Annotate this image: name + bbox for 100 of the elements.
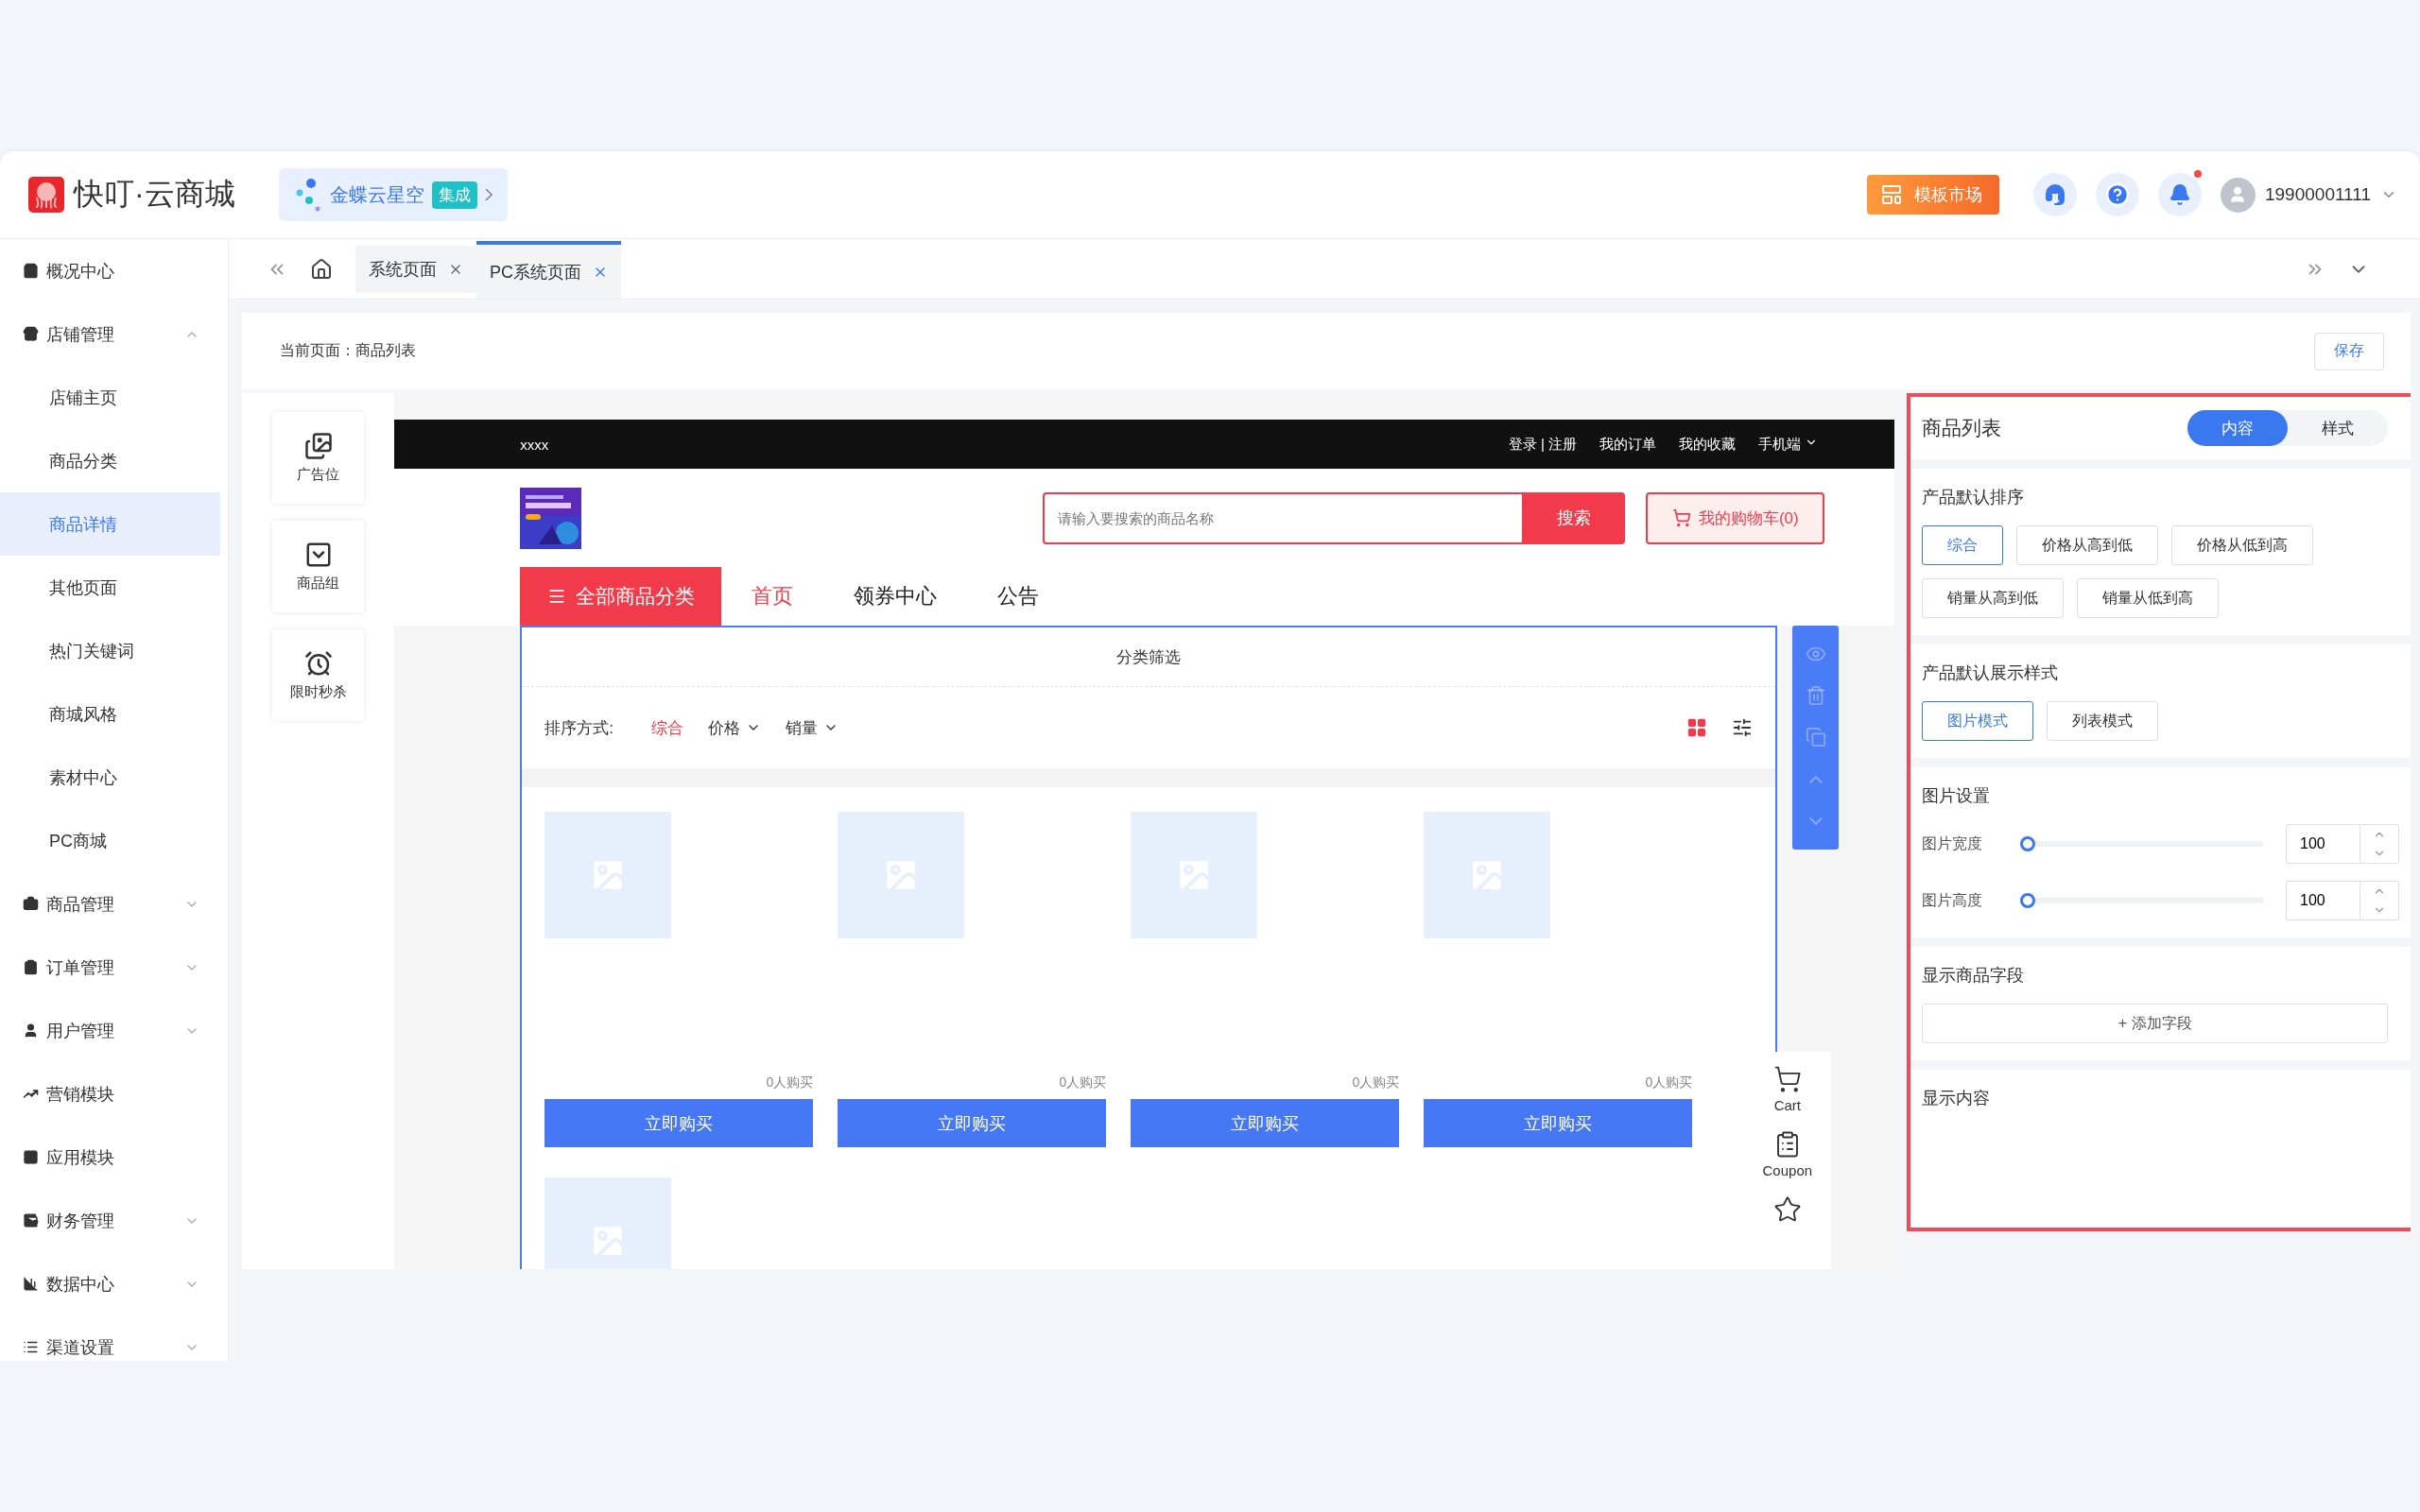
option-button[interactable]: 图片模式	[1922, 701, 2034, 741]
option-button[interactable]: 价格从低到高	[2171, 525, 2314, 565]
option-button[interactable]: 综合	[1922, 525, 2004, 565]
cart-icon	[1671, 508, 1691, 527]
sidebar-item[interactable]: 营销模块	[0, 1062, 220, 1125]
sidebar-subitem[interactable]: 商城风格	[0, 682, 220, 746]
section-title: 显示商品字段	[1922, 965, 2026, 987]
help-icon	[2105, 182, 2130, 207]
nav-link[interactable]: 领券中心	[823, 567, 968, 626]
copy-icon[interactable]	[1805, 727, 1826, 748]
sidebar-subitem[interactable]: PC商城	[0, 809, 220, 872]
help-button[interactable]	[2096, 173, 2139, 216]
buy-button[interactable]: 立即购买	[838, 1099, 1107, 1147]
filter-icon[interactable]	[1732, 717, 1754, 738]
section-title: 显示内容	[1922, 1088, 1992, 1109]
sort-option[interactable]: 价格	[708, 716, 762, 739]
sidebar-item[interactable]: 财务管理	[0, 1189, 220, 1252]
option-button[interactable]: 价格从高到低	[2016, 525, 2159, 565]
sold-count: 0人购买	[766, 1074, 814, 1091]
top-link[interactable]: 我的订单	[1599, 435, 1657, 454]
sidebar-item[interactable]: 订单管理	[0, 936, 220, 999]
number-field[interactable]: 100	[2286, 881, 2360, 920]
sidebar-item[interactable]: 店铺管理	[0, 302, 220, 366]
sort-label: 排序方式:	[544, 717, 614, 739]
sidebar-subitem[interactable]: 店铺主页	[0, 366, 220, 429]
sidebar-subitem[interactable]: 热门关键词	[0, 619, 220, 682]
wallet-icon	[23, 1212, 39, 1228]
user-menu[interactable]: 19900001111	[2265, 184, 2397, 205]
top-link[interactable]: 登录 | 注册	[1508, 435, 1578, 454]
buy-button[interactable]: 立即购买	[544, 1099, 814, 1147]
image-icon	[303, 432, 333, 460]
widget-card[interactable]: 广告位	[272, 412, 365, 504]
sold-count: 0人购买	[1352, 1074, 1400, 1091]
number-field[interactable]: 100	[2286, 824, 2360, 864]
home-icon[interactable]	[310, 258, 333, 281]
section-title: 产品默认展示样式	[1922, 662, 2060, 684]
sidebar-subitem[interactable]: 其他页面	[0, 556, 220, 619]
delete-icon[interactable]	[1805, 685, 1826, 707]
grid-view-icon[interactable]	[1686, 717, 1708, 738]
list-icon	[23, 1339, 39, 1355]
section-title: 产品默认排序	[1922, 487, 2026, 508]
sort-option[interactable]: 销量	[786, 716, 839, 739]
buy-button[interactable]: 立即购买	[1424, 1099, 1693, 1147]
add-field-button[interactable]: + 添加字段	[1922, 1004, 2388, 1043]
top-link[interactable]: 我的收藏	[1679, 435, 1737, 454]
layout-icon	[1880, 183, 1903, 206]
save-button[interactable]: 保存	[2314, 332, 2384, 370]
option-button[interactable]: 销量从低到高	[2077, 578, 2220, 618]
slider-label: 图片高度	[1922, 890, 1984, 910]
briefcase-icon	[23, 896, 39, 912]
page-tab[interactable]: PC系统页面	[476, 241, 621, 299]
slider-label: 图片宽度	[1922, 833, 1984, 853]
nav-link[interactable]: 公告	[967, 567, 1070, 626]
user-icon	[23, 1022, 39, 1039]
headset-icon	[2044, 183, 2066, 206]
sidebar-subitem[interactable]: 商品分类	[0, 429, 220, 492]
cart-icon	[1772, 1065, 1802, 1093]
panel-tab[interactable]: 样式	[2288, 410, 2388, 446]
buy-button[interactable]: 立即购买	[1131, 1099, 1400, 1147]
avatar	[2221, 177, 2256, 213]
sidebar-item[interactable]: 概况中心	[0, 239, 220, 302]
unread-dot	[2194, 170, 2202, 178]
sidebar-item[interactable]: 数据中心	[0, 1252, 220, 1315]
section-title: 图片设置	[1922, 785, 1992, 807]
search-field[interactable]: 请输入要搜索的商品名称	[1043, 491, 1523, 544]
star-icon[interactable]	[1772, 1195, 1802, 1224]
category-button[interactable]: 全部商品分类	[520, 567, 722, 626]
nav-link[interactable]: 首页	[721, 567, 824, 626]
breadcrumb: 当前页面：商品列表	[280, 341, 416, 360]
sidebar-item[interactable]: 渠道设置	[0, 1315, 220, 1361]
integration-name: 金蝶云星空	[329, 182, 424, 207]
widget-card[interactable]: 商品组	[272, 521, 365, 612]
widget-card[interactable]: 限时秒杀	[272, 629, 365, 721]
sold-count: 0人购买	[1645, 1074, 1693, 1091]
sidebar-subitem[interactable]: 素材中心	[0, 746, 220, 809]
integration-banner[interactable]: 金蝶云星空 集成	[278, 168, 508, 221]
sidebar-subitem[interactable]: 商品详情	[0, 492, 220, 556]
filter-title: 分类筛选	[1116, 646, 1182, 668]
sort-option[interactable]: 综合	[651, 716, 684, 739]
sold-count: 0人购买	[1059, 1074, 1107, 1091]
option-button[interactable]: 销量从高到低	[1922, 578, 2065, 618]
panel-tab[interactable]: 内容	[2187, 410, 2288, 446]
slider-thumb[interactable]	[2020, 893, 2036, 908]
sidebar-item[interactable]: 商品管理	[0, 872, 220, 936]
chevron-right-icon	[484, 188, 493, 201]
page-tab[interactable]: 系统页面	[355, 246, 476, 293]
support-button[interactable]	[2033, 173, 2077, 216]
mobile-link[interactable]: 手机端	[1758, 435, 1819, 454]
alarm-clock-icon	[303, 649, 333, 678]
slider-thumb[interactable]	[2020, 836, 2036, 851]
site-name: xxxx	[520, 436, 549, 453]
sidebar-item[interactable]: 应用模块	[0, 1125, 220, 1189]
app-name: 快叮·云商城	[74, 176, 235, 213]
logo-icon	[28, 177, 64, 213]
integration-badge: 集成	[431, 180, 477, 209]
notification-button[interactable]	[2158, 173, 2202, 216]
search-button[interactable]: 搜索	[1522, 491, 1626, 544]
panel-title: 商品列表	[1922, 416, 2002, 440]
sidebar-item[interactable]: 用户管理	[0, 999, 220, 1062]
option-button[interactable]: 列表模式	[2047, 701, 2159, 741]
